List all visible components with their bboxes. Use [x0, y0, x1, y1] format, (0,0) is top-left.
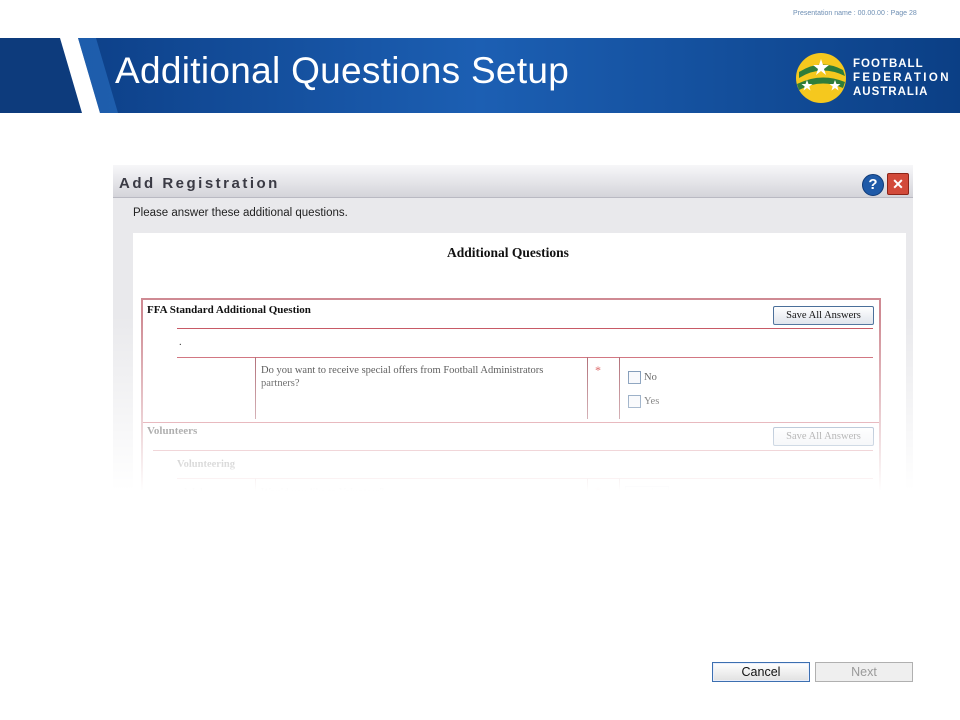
group-label: .	[179, 337, 182, 348]
divider	[177, 328, 873, 329]
question-text: Wopuld you like to help in the canteen	[261, 575, 424, 586]
group-label: **	[177, 546, 188, 557]
save-all-answers-button[interactable]: Save All Answers	[773, 427, 874, 446]
chevron-down-icon: ▼	[652, 576, 667, 588]
divider	[587, 478, 588, 506]
required-marker: *	[595, 572, 601, 586]
option-no-checkbox[interactable]	[628, 371, 641, 384]
add-registration-dialog: Add Registration ? ✕ Please answer these…	[113, 165, 913, 635]
section-title: FFA Standard Additional Question	[147, 304, 311, 316]
divider	[143, 422, 879, 423]
question-text: Would you like to Volunteer?	[261, 487, 385, 498]
section-title: Volunteers	[147, 425, 198, 437]
save-all-answers-button[interactable]: Save All Answers	[773, 516, 874, 535]
help-icon[interactable]: ?	[862, 174, 884, 196]
divider	[153, 538, 873, 539]
option-yes-checkbox[interactable]	[628, 395, 641, 408]
divider	[255, 357, 256, 419]
divider	[153, 450, 873, 451]
divider	[177, 478, 873, 479]
dialog-title: Add Registration	[119, 175, 280, 192]
close-icon[interactable]: ✕	[887, 173, 909, 195]
save-all-answers-button[interactable]: Save All Answers	[773, 306, 874, 325]
divider	[587, 357, 588, 419]
required-marker: *	[595, 363, 601, 377]
group-label: Volunteering	[177, 459, 235, 470]
logo-line-1: FOOTBALL	[853, 58, 924, 70]
ffa-logo-wordmark: FOOTBALL FEDERATION AUSTRALIA	[853, 57, 951, 99]
canteen-select[interactable]: ▼	[625, 574, 669, 590]
chevron-down-icon: ▼	[652, 488, 667, 500]
divider	[177, 566, 873, 567]
dialog-titlebar: Add Registration ? ✕	[113, 165, 913, 198]
logo-line-2: FEDERATION	[853, 72, 951, 84]
question-number: 1.1.1	[183, 487, 204, 498]
logo-line-3: AUSTRALIA	[853, 86, 929, 98]
slide-meta: Presentation name : 00.00.00 : Page 28	[793, 10, 917, 17]
dialog-prompt: Please answer these additional questions…	[133, 207, 348, 219]
divider	[587, 566, 588, 594]
divider	[619, 566, 620, 594]
cancel-button[interactable]: Cancel	[712, 662, 810, 682]
ffa-logo-icon	[793, 50, 849, 106]
required-marker: *	[595, 484, 601, 498]
slide-title: Additional Questions Setup	[115, 50, 570, 91]
divider	[255, 478, 256, 506]
divider	[143, 598, 879, 599]
additional-questions-heading: Additional Questions	[447, 245, 569, 260]
divider	[619, 478, 620, 506]
divider	[143, 509, 879, 510]
divider	[177, 357, 873, 358]
question-text: Do you want to receive special offers fr…	[261, 365, 544, 389]
next-button[interactable]: Next	[815, 662, 913, 682]
option-no-label: No	[644, 372, 657, 383]
section-title: Test	[147, 514, 167, 526]
questions-form: FFA Standard Additional Question Save Al…	[141, 298, 881, 610]
volunteer-select[interactable]: ▼	[625, 486, 669, 502]
divider	[255, 566, 256, 594]
option-yes-label: Yes	[644, 396, 660, 407]
divider	[619, 357, 620, 419]
